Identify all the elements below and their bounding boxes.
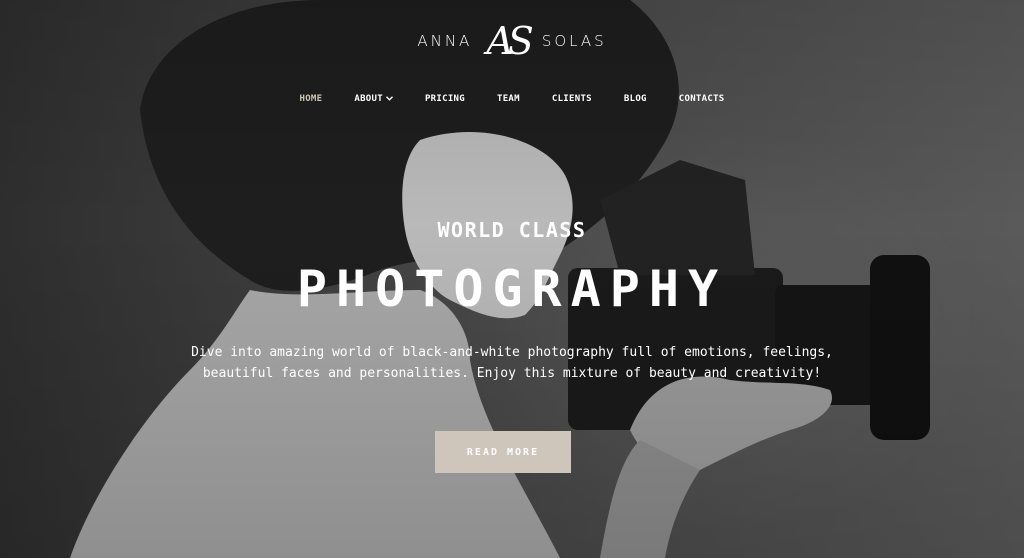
nav-item-label: PRICING — [424, 94, 465, 104]
nav-item-team[interactable]: TEAM — [497, 94, 520, 104]
chevron-down-icon — [385, 95, 393, 103]
hero-kicker: WORLD CLASS — [437, 218, 587, 242]
logo-monogram: AS — [486, 19, 534, 63]
logo-first-name: ANNA — [417, 32, 473, 50]
nav-item-label: HOME — [299, 94, 323, 104]
read-more-button[interactable]: READ MORE — [435, 431, 571, 473]
hero-headline: PHOTOGRAPHY — [296, 260, 728, 318]
nav-item-clients[interactable]: CLIENTS — [552, 94, 592, 104]
nav-item-label: TEAM — [496, 94, 520, 104]
logo-last-name: SOLAS — [541, 32, 607, 50]
site-logo[interactable]: ANNA AS SOLAS — [0, 18, 1024, 64]
nav-item-blog[interactable]: BLOG — [624, 94, 647, 104]
nav-item-label: BLOG — [623, 94, 647, 104]
hero-description-line: Dive into amazing world of black-and-whi… — [191, 345, 833, 360]
hero-description: Dive into amazing world of black-and-whi… — [162, 342, 862, 384]
nav-item-pricing[interactable]: PRICING — [425, 94, 465, 104]
nav-item-about[interactable]: ABOUT — [354, 94, 393, 104]
nav-item-contacts[interactable]: CONTACTS — [679, 94, 725, 104]
nav-item-home[interactable]: HOME — [299, 94, 322, 104]
nav-item-label: CONTACTS — [678, 94, 725, 104]
main-navigation: HOME ABOUT PRICING TEAM CLIENTS BLOG CON… — [0, 91, 1024, 107]
hero-description-line: beautiful faces and personalities. Enjoy… — [202, 366, 822, 381]
nav-item-label: CLIENTS — [551, 94, 592, 104]
nav-item-label: ABOUT — [354, 94, 383, 104]
